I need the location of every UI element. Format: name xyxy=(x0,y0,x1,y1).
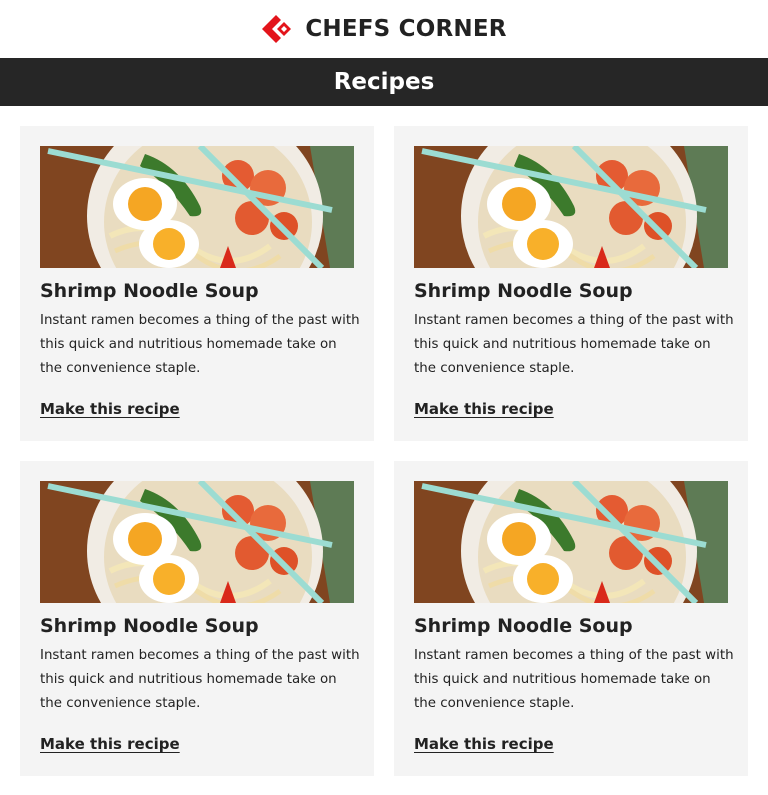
ramen-bowl-image-icon[interactable] xyxy=(414,146,728,268)
recipe-title: Shrimp Noodle Soup xyxy=(40,280,259,302)
ramen-bowl-image-icon[interactable] xyxy=(40,146,354,268)
recipe-title: Shrimp Noodle Soup xyxy=(414,615,633,637)
chevron-diamond-logo-icon[interactable] xyxy=(261,12,295,46)
make-recipe-link[interactable]: Make this recipe xyxy=(414,400,554,418)
recipe-description: Instant ramen becomes a thing of the pas… xyxy=(40,313,360,376)
page-title: Recipes xyxy=(333,69,435,95)
brand-header: CHEFS CORNER xyxy=(0,0,768,58)
page-title-bar: Recipes xyxy=(0,58,768,106)
make-recipe-link[interactable]: Make this recipe xyxy=(40,735,180,753)
ramen-bowl-image-icon[interactable] xyxy=(414,481,728,603)
make-recipe-link[interactable]: Make this recipe xyxy=(40,400,180,418)
recipe-title: Shrimp Noodle Soup xyxy=(40,615,259,637)
recipe-title: Shrimp Noodle Soup xyxy=(414,280,633,302)
recipe-card: Shrimp Noodle Soup Instant ramen becomes… xyxy=(394,461,748,776)
recipe-card: Shrimp Noodle Soup Instant ramen becomes… xyxy=(20,126,374,441)
recipe-description: Instant ramen becomes a thing of the pas… xyxy=(40,648,360,711)
recipe-card: Shrimp Noodle Soup Instant ramen becomes… xyxy=(394,126,748,441)
recipe-description: Instant ramen becomes a thing of the pas… xyxy=(414,648,734,711)
recipe-description: Instant ramen becomes a thing of the pas… xyxy=(414,313,734,376)
recipe-card: Shrimp Noodle Soup Instant ramen becomes… xyxy=(20,461,374,776)
brand-name[interactable]: CHEFS CORNER xyxy=(305,16,506,42)
ramen-bowl-image-icon[interactable] xyxy=(40,481,354,603)
make-recipe-link[interactable]: Make this recipe xyxy=(414,735,554,753)
